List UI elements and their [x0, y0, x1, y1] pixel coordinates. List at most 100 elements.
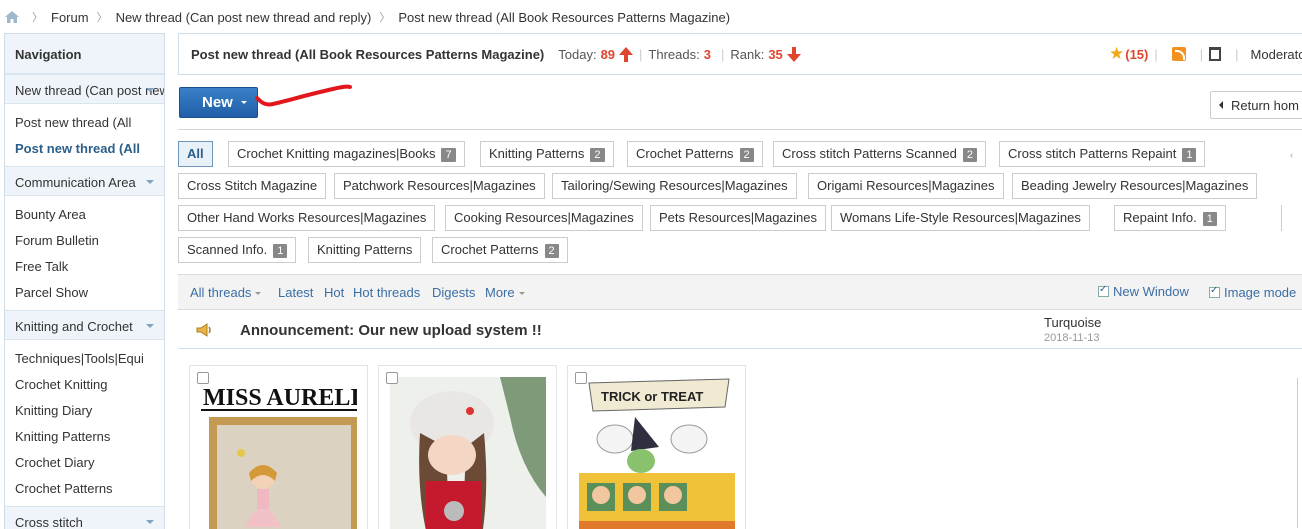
tag-other-hand-works[interactable]: Other Hand Works Resources|Magazines	[178, 205, 436, 231]
divider: |	[1235, 46, 1239, 62]
tag-count: 2	[544, 244, 559, 258]
tag-crochet-patterns-2[interactable]: Crochet Patterns 2	[432, 237, 568, 263]
return-home-button[interactable]: Return hom	[1210, 91, 1302, 119]
thread-card[interactable]	[378, 365, 557, 529]
sidebar-group-knitting-crochet[interactable]: Knitting and Crochet	[5, 310, 164, 340]
tag-crochet-knitting-magazines[interactable]: Crochet Knitting magazines|Books 7	[228, 141, 465, 167]
checkbox[interactable]	[1209, 285, 1220, 298]
sidebar-group-new-thread[interactable]: New thread (Can post new thread and repl…	[5, 74, 164, 104]
sidebar-group-cross-stitch[interactable]: Cross stitch	[5, 506, 164, 529]
divider: |	[720, 46, 725, 62]
chevron-down-icon[interactable]	[146, 520, 154, 524]
tag-crochet-patterns[interactable]: Crochet Patterns 2	[627, 141, 763, 167]
tag-womans-life-style[interactable]: Womans Life-Style Resources|Magazines	[831, 205, 1090, 231]
thread-checkbox[interactable]	[197, 372, 209, 384]
tag-cooking[interactable]: Cooking Resources|Magazines	[445, 205, 643, 231]
home-icon[interactable]	[4, 10, 20, 24]
rank-label: Rank:	[730, 46, 765, 62]
divider: |	[639, 46, 643, 62]
thumbnail-caption: TRICK or TREAT	[601, 389, 703, 404]
favorites-count[interactable]: (15)	[1125, 47, 1148, 62]
checkbox[interactable]	[1098, 284, 1109, 297]
filter-hot[interactable]: Hot	[324, 285, 344, 300]
sidebar-item-post-new-thread[interactable]: Post new thread (All	[5, 110, 164, 136]
sidebar-item-crochet-patterns[interactable]: Crochet Patterns	[5, 476, 164, 502]
sidebar-item-parcel-show[interactable]: Parcel Show	[5, 280, 164, 306]
filter-more[interactable]: More	[485, 285, 525, 300]
breadcrumb-separator: 〉	[32, 12, 43, 24]
chevron-down-icon	[518, 292, 525, 296]
sidebar-item-bounty-area[interactable]: Bounty Area	[5, 202, 164, 228]
tag-knitting-patterns-2[interactable]: Knitting Patterns	[308, 237, 422, 263]
tag-origami[interactable]: Origami Resources|Magazines	[808, 173, 1004, 199]
rss-icon[interactable]	[1171, 47, 1186, 61]
tag-tailoring-sewing[interactable]: Tailoring/Sewing Resources|Magazines	[552, 173, 797, 199]
tag-knitting-patterns[interactable]: Knitting Patterns 2	[480, 141, 614, 167]
breadcrumb-separator: 〉	[96, 12, 108, 24]
divider: |	[1199, 46, 1204, 62]
speaker-icon	[196, 323, 211, 337]
filter-hot-threads[interactable]: Hot threads	[353, 285, 420, 300]
sidebar-group-label: Communication Area	[15, 175, 136, 190]
thread-thumbnail[interactable]: MISS AURELI	[201, 377, 357, 529]
rank-value: 35	[768, 46, 783, 62]
today-label: Today:	[558, 46, 597, 62]
filter-digests[interactable]: Digests	[432, 285, 475, 300]
tag-scanned-info[interactable]: Scanned Info. 1	[178, 237, 297, 263]
tag-count: 1	[1182, 148, 1197, 162]
filter-all-threads[interactable]: All threads	[190, 285, 262, 300]
tag-count: 2	[739, 148, 754, 162]
tag-patchwork[interactable]: Patchwork Resources|Magazines	[334, 173, 545, 199]
sidebar-item-crochet-knitting[interactable]: Crochet Knitting	[5, 372, 164, 398]
thread-thumbnail[interactable]: TRICK or TREAT	[579, 377, 735, 529]
sidebar-item-post-new-thread-active[interactable]: Post new thread (All	[5, 136, 164, 162]
sidebar-group-label: New thread (Can post new thread and repl…	[15, 83, 164, 98]
filter-latest[interactable]: Latest	[278, 285, 313, 300]
chevron-down-icon[interactable]	[240, 101, 247, 104]
thread-thumbnail[interactable]	[390, 377, 546, 529]
sidebar-item-crochet-diary[interactable]: Crochet Diary	[5, 450, 164, 476]
sidebar-item-techniques[interactable]: Techniques|Tools|Equi	[5, 346, 164, 372]
threads-label: Threads:	[648, 46, 700, 62]
sidebar-item-forum-bulletin[interactable]: Forum Bulletin	[5, 228, 164, 254]
sidebar-item-knitting-diary[interactable]: Knitting Diary	[5, 398, 164, 424]
threads-value: 3	[703, 46, 711, 62]
tag-divider	[1281, 205, 1282, 231]
chevron-icon[interactable]: ‹	[1290, 150, 1293, 161]
tag-all[interactable]: All	[178, 141, 213, 167]
tag-cross-stitch-scanned[interactable]: Cross stitch Patterns Scanned 2	[773, 141, 986, 167]
sidebar-item-free-talk[interactable]: Free Talk	[5, 254, 164, 280]
breadcrumb-forum[interactable]: Forum	[51, 10, 89, 25]
image-mode-toggle[interactable]: Image mode	[1209, 285, 1296, 300]
breadcrumb-current[interactable]: Post new thread (All Book Resources Patt…	[398, 10, 730, 25]
tag-cross-stitch-repaint[interactable]: Cross stitch Patterns Repaint 1	[999, 141, 1206, 167]
tag-cross-stitch-magazine[interactable]: Cross Stitch Magazine	[178, 173, 327, 199]
thread-checkbox[interactable]	[575, 372, 587, 384]
thread-card[interactable]: TRICK or TREAT	[567, 365, 746, 529]
chevron-down-icon[interactable]	[146, 324, 154, 328]
sidebar-item-knitting-patterns[interactable]: Knitting Patterns	[5, 424, 164, 450]
announcement-title[interactable]: Announcement: Our new upload system !!	[240, 322, 542, 339]
sidebar-group-communication[interactable]: Communication Area	[5, 166, 164, 196]
page-title: Post new thread (All Book Resources Patt…	[191, 46, 545, 62]
return-home-label: Return hom	[1231, 97, 1299, 113]
star-icon[interactable]: ★	[1109, 44, 1124, 64]
new-thread-button[interactable]: New	[179, 87, 258, 118]
moderator-link[interactable]: Moderator C	[1251, 47, 1302, 62]
sidebar-group-label: Knitting and Crochet	[15, 319, 133, 334]
tag-beading-jewelry[interactable]: Beading Jewelry Resources|Magazines	[1012, 173, 1258, 199]
tag-repaint-info[interactable]: Repaint Info. 1	[1114, 205, 1226, 231]
announcement-author[interactable]: Turquoise	[1044, 315, 1101, 330]
chevron-left-icon	[1219, 101, 1223, 109]
chevron-down-icon[interactable]	[146, 88, 154, 92]
new-window-toggle[interactable]: New Window	[1098, 284, 1189, 299]
breadcrumb-new-thread[interactable]: New thread (Can post new thread and repl…	[116, 10, 372, 25]
divider: |	[1154, 46, 1158, 62]
scrollbar[interactable]	[1297, 378, 1302, 528]
trash-icon[interactable]	[1209, 47, 1222, 61]
tag-pets[interactable]: Pets Resources|Magazines	[650, 205, 827, 231]
thread-checkbox[interactable]	[386, 372, 398, 384]
sidebar-group-label: Cross stitch	[15, 515, 83, 529]
thread-card[interactable]: MISS AURELI	[189, 365, 368, 529]
chevron-down-icon[interactable]	[146, 180, 154, 184]
